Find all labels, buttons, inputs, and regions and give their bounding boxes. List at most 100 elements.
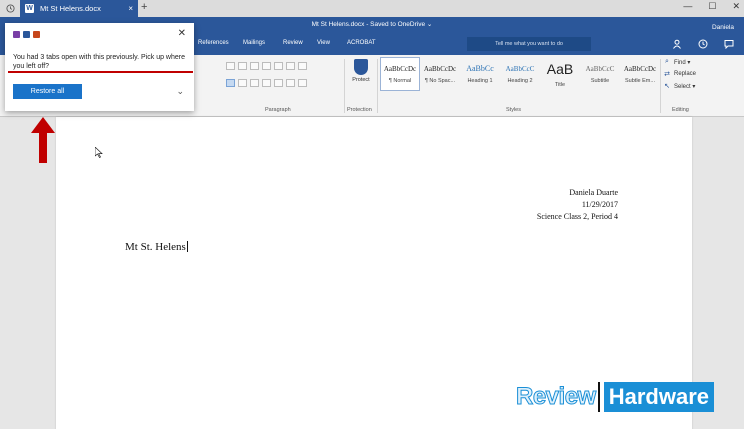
numbering-button[interactable] [238,62,247,70]
search-icon: ⌕ [665,58,669,65]
styles-group-label: Styles [506,107,521,113]
style-name: Subtitle [590,77,610,84]
header-class: Science Class 2, Period 4 [536,212,618,221]
paragraph-row-2 [226,79,307,87]
select-icon: ↖ [664,83,670,90]
watermark-bar [597,382,600,412]
replace-label: Replace [674,71,697,77]
align-center-button[interactable] [238,79,247,87]
style-sample: AaBbCcDc [623,64,657,73]
review-hardware-watermark: Review Hardware [516,382,714,412]
style-sample: AaB [546,60,574,77]
chevron-down-icon[interactable]: ⌄ [176,86,184,97]
select-button[interactable]: ↖ Select ▾ [663,82,696,90]
style-title[interactable]: AaB Title [540,57,580,91]
paragraph-row-1 [226,62,307,70]
shield-icon [354,59,368,75]
tab-mailings[interactable]: Mailings [243,40,265,46]
minimize-button[interactable]: — [683,1,692,12]
sort-button[interactable] [286,62,295,70]
divider [344,59,345,113]
document-heading[interactable]: Mt St. Helens [125,241,188,253]
user-name[interactable]: Daniela [712,24,734,31]
word-icon: W [25,4,34,13]
person-icon[interactable] [672,39,682,49]
comment-icon[interactable] [724,39,734,49]
style-sample: AaBbCcC [505,64,535,73]
decrease-indent-button[interactable] [262,62,271,70]
restore-all-button[interactable]: Restore all [13,84,82,99]
protect-label: Protect [352,77,370,83]
show-marks-button[interactable] [298,62,307,70]
watermark-hardware: Hardware [603,382,714,412]
tab-mt-st-helens[interactable]: W Mt St Helens.docx × [20,0,138,17]
multilevel-list-button[interactable] [250,62,259,70]
heading-text: Mt St. Helens [125,241,186,253]
header-date: 11/29/2017 [581,200,618,209]
maximize-button[interactable]: ☐ [708,1,716,12]
history-icon [5,4,15,13]
protect-button[interactable]: Protect [349,59,373,83]
style-name: Subtle Em... [625,77,655,84]
tab-acrobat[interactable]: ACROBAT [347,40,376,46]
tab-title: Mt St Helens.docx [40,4,101,13]
popup-close-icon[interactable]: ✕ [178,28,186,39]
tab-references[interactable]: References [198,40,229,46]
divider [377,59,378,113]
style-name: Heading 1 [467,78,493,84]
increase-indent-button[interactable] [274,62,283,70]
styles-gallery: AaBbCcDc ¶ Normal AaBbCcDc ¶ No Spac... … [380,57,660,91]
style-normal[interactable]: AaBbCcDc ¶ Normal [380,57,420,91]
tab-view[interactable]: View [317,40,330,46]
style-heading-1[interactable]: AaBbCc Heading 1 [460,57,500,91]
protection-group-label: Protection [347,107,372,113]
style-name: Heading 2 [507,77,533,84]
style-name: ¶ No Spac... [424,77,456,84]
style-sample: AaBbCcC [585,64,615,73]
editing-group-label: Editing [672,107,689,113]
replace-icon: ⇄ [664,71,670,78]
tab-history-button[interactable] [0,0,20,17]
browser-tab-bar: W Mt St Helens.docx × + — ☐ ✕ [0,0,744,17]
watermark-review: Review [516,383,597,411]
mouse-cursor-icon [95,147,103,158]
editing-group: ⌕ Find ▾ ⇄ Replace ↖ Select ▾ [663,58,696,94]
divider [660,59,661,113]
align-left-button[interactable] [226,79,235,87]
tell-me-search[interactable]: Tell me what you want to do [467,37,591,51]
red-arrow-icon [31,117,55,163]
style-heading-2[interactable]: AaBbCcC Heading 2 [500,57,540,91]
paragraph-group-label: Paragraph [265,107,291,113]
style-no-spacing[interactable]: AaBbCcDc ¶ No Spac... [420,57,460,91]
window-controls: — ☐ ✕ [683,1,740,12]
style-subtitle[interactable]: AaBbCcC Subtitle [580,57,620,91]
style-name: ¶ Normal [388,77,412,84]
replace-button[interactable]: ⇄ Replace [663,70,696,78]
justify-button[interactable] [262,79,271,87]
new-tab-button[interactable]: + [141,1,147,13]
borders-button[interactable] [298,79,307,87]
line-spacing-button[interactable] [274,79,283,87]
powerpoint-icon [33,31,40,38]
find-button[interactable]: ⌕ Find ▾ [663,58,696,66]
annotation-underline [8,71,193,73]
style-sample: AaBbCcDc [423,64,457,73]
style-subtle-emphasis[interactable]: AaBbCcDc Subtle Em... [620,57,660,91]
tab-close-icon[interactable]: × [128,4,133,13]
style-sample: AaBbCc [466,64,494,73]
header-author: Daniela Duarte [569,188,618,197]
close-window-button[interactable]: ✕ [732,1,740,12]
style-name: Title [554,81,566,88]
history-icon[interactable] [698,39,708,49]
popup-message: You had 3 tabs open with this previously… [13,54,185,70]
find-label: Find ▾ [674,59,691,66]
ribbon-top-icons [672,39,734,49]
tab-review[interactable]: Review [283,40,303,46]
tab-favicons [13,31,40,38]
select-label: Select ▾ [674,83,696,90]
bullets-button[interactable] [226,62,235,70]
shading-button[interactable] [286,79,295,87]
onenote-icon [13,31,20,38]
text-caret [186,241,188,252]
align-right-button[interactable] [250,79,259,87]
